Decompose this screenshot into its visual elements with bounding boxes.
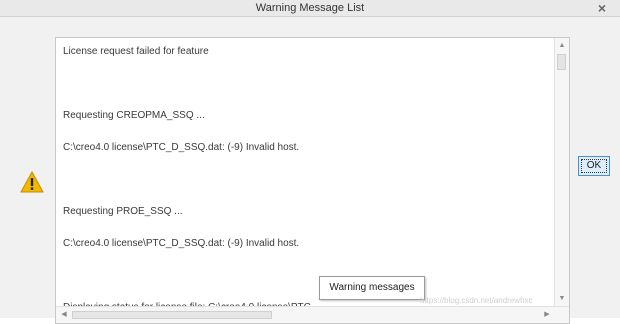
title-bar: Warning Message List × bbox=[0, 0, 620, 17]
scroll-left-icon[interactable]: ◀ bbox=[58, 307, 70, 323]
warning-message-list[interactable]: License request failed for feature Reque… bbox=[55, 37, 570, 324]
message-list-content: License request failed for feature Reque… bbox=[63, 44, 551, 313]
dialog-body: License request failed for feature Reque… bbox=[0, 17, 620, 324]
vertical-scrollbar[interactable]: ▲ ▼ bbox=[554, 38, 569, 307]
scroll-up-icon[interactable]: ▲ bbox=[555, 40, 569, 52]
close-icon[interactable]: × bbox=[594, 0, 610, 16]
message-line: License request failed for feature bbox=[63, 46, 209, 57]
window-title: Warning Message List bbox=[255, 2, 365, 14]
ok-button-label: OK bbox=[586, 160, 602, 171]
message-line: C:\creo4.0 license\PTC_D_SSQ.dat: (-9) I… bbox=[63, 142, 300, 153]
message-line: Requesting CREOPMA_SSQ ... bbox=[63, 110, 205, 121]
scroll-down-icon[interactable]: ▼ bbox=[555, 293, 569, 305]
scroll-right-icon[interactable]: ▶ bbox=[541, 307, 553, 323]
watermark: https://blog.csdn.net/andrewhxc bbox=[420, 296, 533, 305]
horizontal-scrollbar[interactable]: ◀ ▶ bbox=[56, 306, 569, 323]
message-line: Requesting PROE_SSQ ... bbox=[63, 206, 183, 217]
warning-triangle-icon bbox=[20, 170, 44, 193]
message-line: C:\creo4.0 license\PTC_D_SSQ.dat: (-9) I… bbox=[63, 238, 300, 249]
ok-button[interactable]: OK bbox=[578, 156, 610, 176]
vertical-scroll-thumb[interactable] bbox=[557, 54, 566, 70]
tooltip: Warning messages bbox=[319, 276, 425, 300]
